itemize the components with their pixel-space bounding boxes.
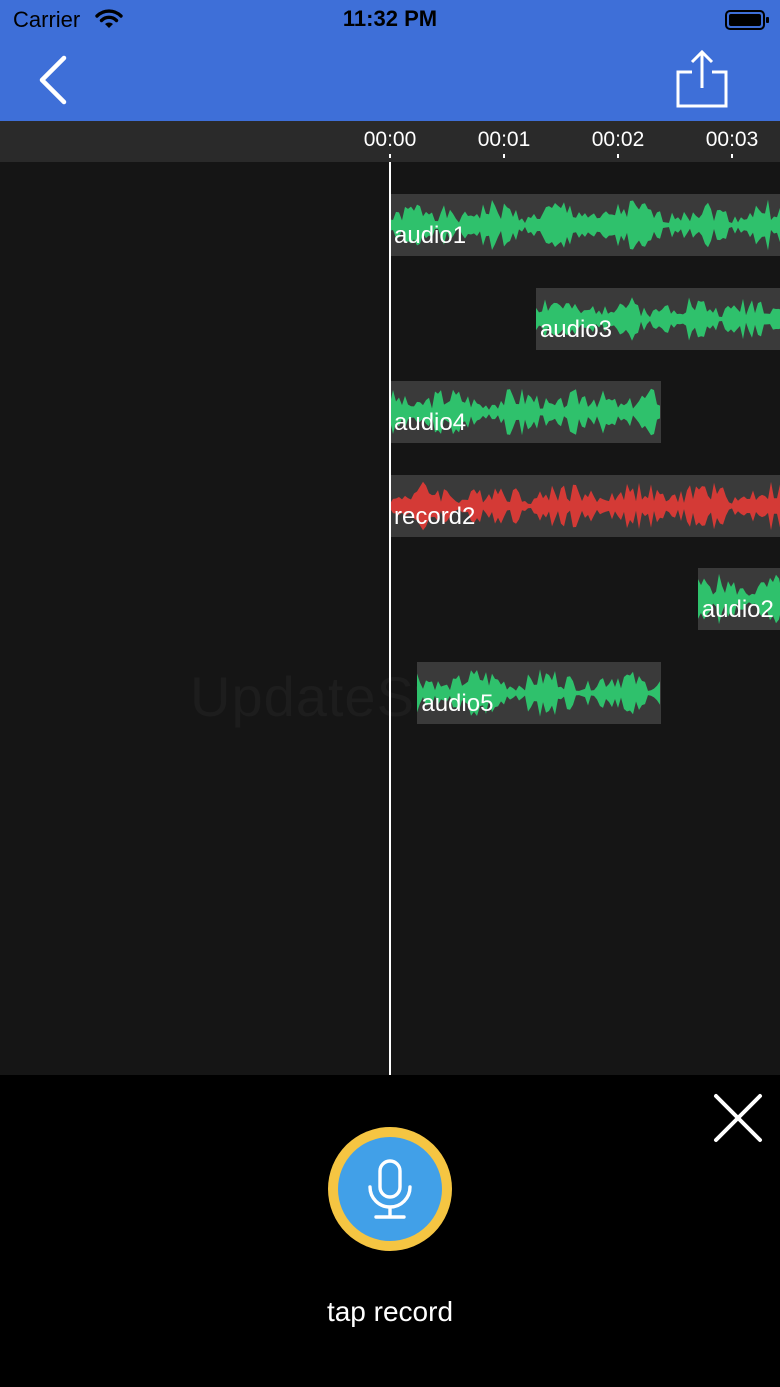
track-clip-audio4[interactable]: audio4	[390, 381, 662, 444]
track-clip-audio3[interactable]: audio3	[535, 287, 780, 350]
track-clip-record2[interactable]: record2	[390, 474, 780, 537]
microphone-icon	[368, 1159, 412, 1219]
ruler-tick	[503, 154, 505, 158]
ruler-label: 00:02	[591, 128, 645, 151]
battery-icon	[725, 9, 771, 36]
playhead[interactable]	[389, 162, 391, 1075]
status-time: 11:32 PM	[342, 6, 438, 31]
track-label: audio5	[421, 690, 494, 717]
ruler-tick	[731, 154, 733, 158]
status-bar: Carrier 11:32 PM	[0, 0, 780, 40]
time-ruler[interactable]: 00:00 00:01 00:02 00:03	[0, 121, 780, 162]
track-clip-audio2[interactable]: audio2	[697, 568, 780, 631]
record-label: tap record	[326, 1296, 454, 1327]
navigation-bar: Carrier 11:32 PM	[0, 0, 780, 121]
share-icon	[676, 49, 728, 108]
ruler-label: 00:03	[705, 128, 759, 151]
record-button[interactable]	[328, 1127, 452, 1251]
back-button[interactable]	[36, 54, 76, 106]
record-panel: tap record	[0, 1075, 780, 1387]
close-icon	[714, 1094, 762, 1142]
track-clip-audio1[interactable]: audio1	[390, 194, 780, 256]
ruler-label: 00:00	[363, 128, 417, 151]
record-button-inner	[338, 1137, 442, 1241]
track-label: record2	[394, 502, 476, 530]
chevron-left-icon	[39, 55, 67, 105]
ruler-tick	[389, 154, 391, 158]
track-clip-audio5[interactable]: audio5	[417, 662, 662, 724]
track-label: audio1	[394, 222, 467, 249]
track-label: audio3	[539, 315, 612, 343]
track-label: audio4	[394, 409, 467, 437]
ruler-tick	[617, 154, 619, 158]
ruler-label: 00:01	[477, 128, 531, 151]
share-button[interactable]	[674, 49, 730, 108]
close-button[interactable]	[712, 1092, 764, 1144]
track-label: audio2	[701, 596, 774, 624]
